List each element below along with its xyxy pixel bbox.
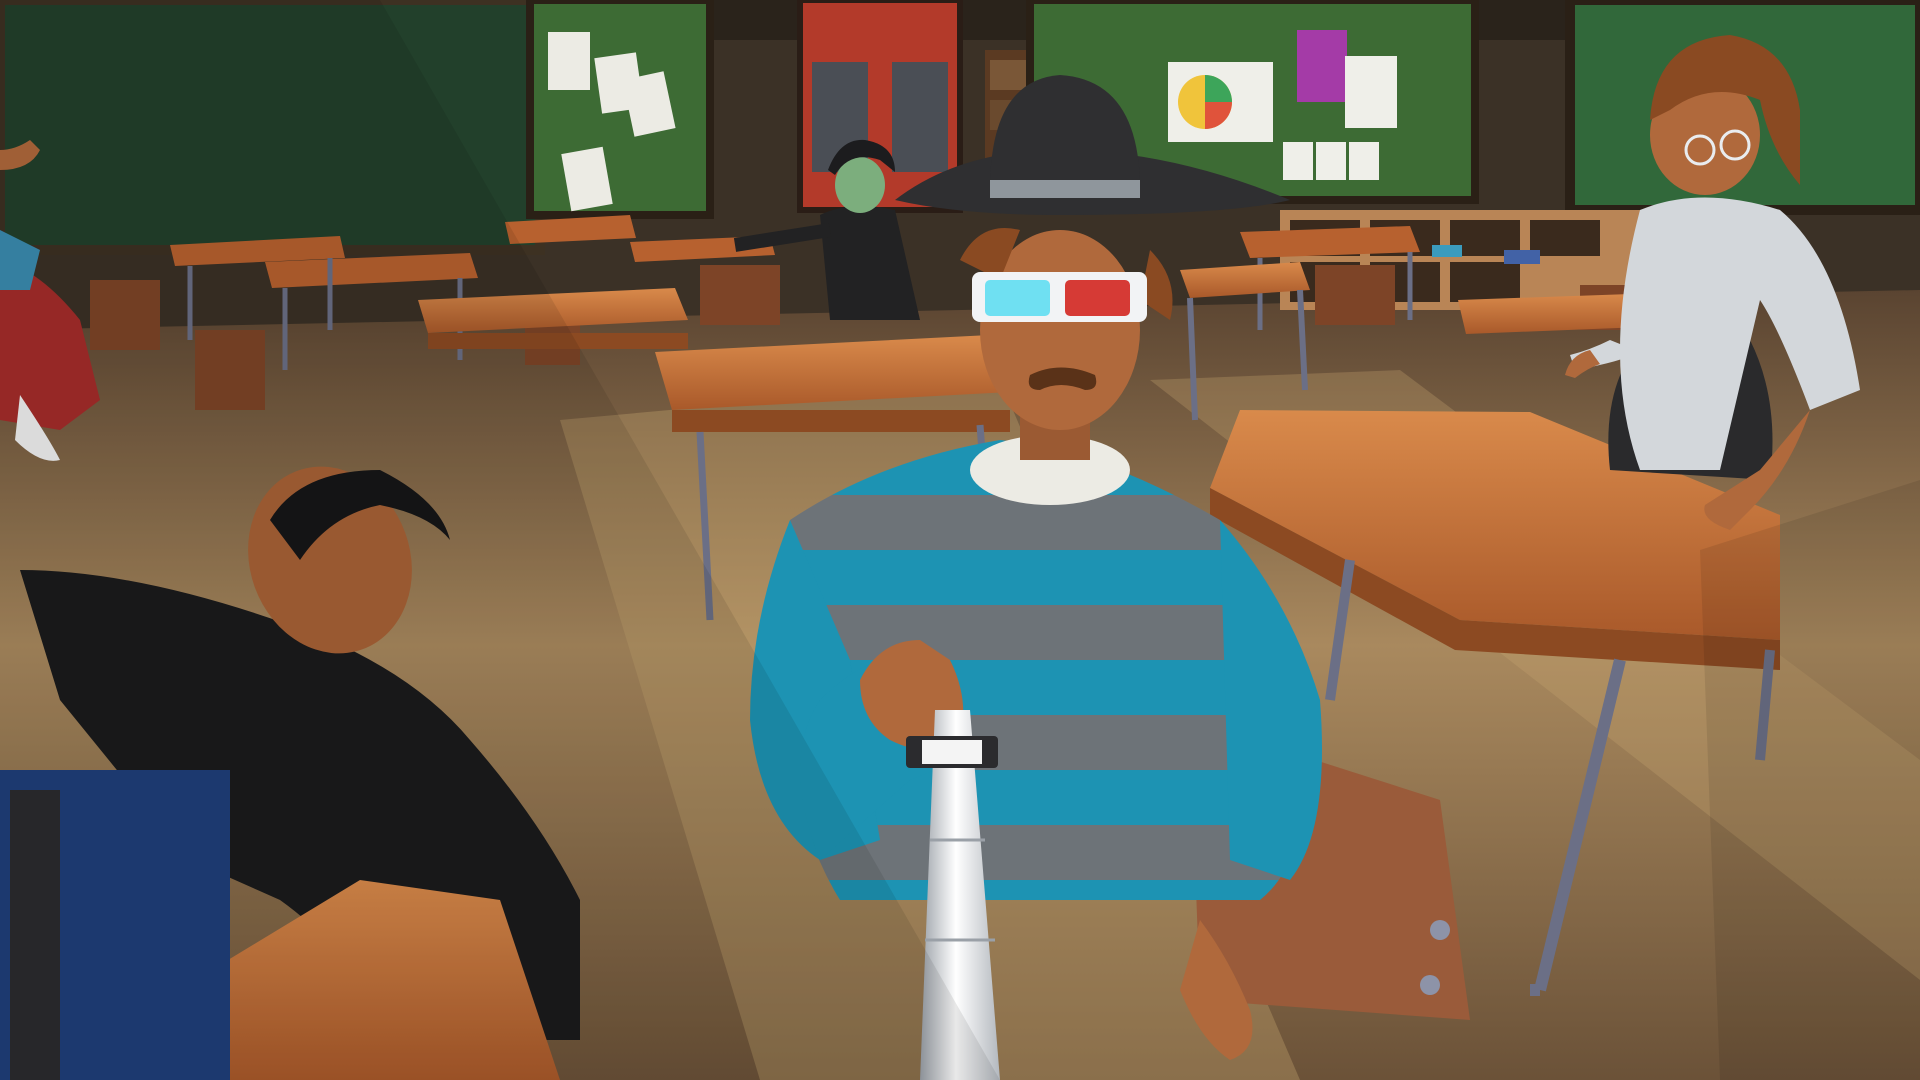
game-viewport[interactable] [0,0,1920,1080]
3d-glasses-icon [972,272,1147,322]
bulletin-board-left-icon [526,0,714,219]
